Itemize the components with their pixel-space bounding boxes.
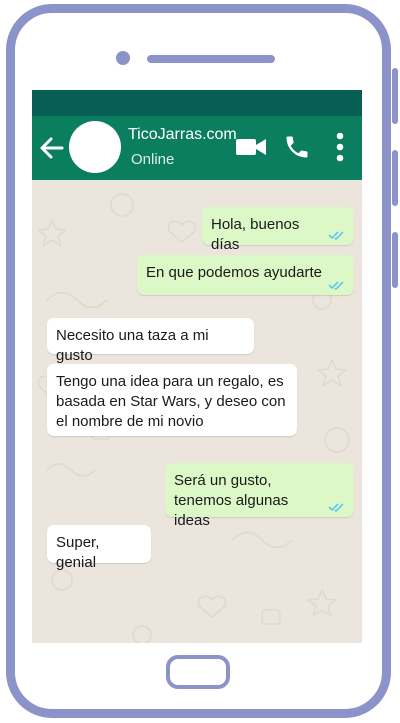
power-button: [392, 232, 398, 288]
message-text: Super, genial: [56, 534, 100, 571]
home-button[interactable]: [166, 655, 230, 689]
message-bubble-incoming[interactable]: Tengo una idea para un regalo, es basada…: [47, 364, 297, 436]
earpiece-speaker: [147, 55, 275, 63]
phone-call-icon[interactable]: [283, 133, 311, 161]
message-bubble-incoming[interactable]: Necesito una taza a mi gusto: [47, 318, 254, 364]
message-bubble-outgoing[interactable]: Hola, buenos días: [202, 207, 354, 253]
avatar[interactable]: [69, 121, 121, 173]
contact-name[interactable]: TicoJarras.com: [128, 126, 237, 144]
video-call-icon[interactable]: [235, 135, 267, 159]
message-bubble-incoming[interactable]: Super, genial: [47, 525, 151, 571]
read-receipt-icon: [328, 281, 344, 290]
read-receipt-icon: [328, 231, 344, 240]
message-text: En que podemos ayudarte: [146, 264, 322, 281]
back-arrow-icon[interactable]: [38, 134, 66, 162]
whatsapp-screen: TicoJarras.com Online Hola, buenos días …: [32, 90, 362, 643]
message-bubble-outgoing[interactable]: En que podemos ayudarte: [137, 255, 354, 295]
status-bar: [32, 90, 362, 116]
chat-header: TicoJarras.com Online: [32, 116, 362, 180]
message-text: Tengo una idea para un regalo, es basada…: [56, 373, 286, 430]
chat-area: Hola, buenos días En que podemos ayudart…: [32, 180, 362, 643]
message-bubble-outgoing[interactable]: Será un gusto, tenemos algunas ideas: [165, 463, 354, 529]
more-options-icon[interactable]: [332, 132, 348, 162]
volume-down-button: [392, 150, 398, 206]
front-camera: [116, 51, 130, 65]
volume-up-button: [392, 68, 398, 124]
read-receipt-icon: [328, 503, 344, 512]
contact-status: Online: [131, 151, 175, 168]
